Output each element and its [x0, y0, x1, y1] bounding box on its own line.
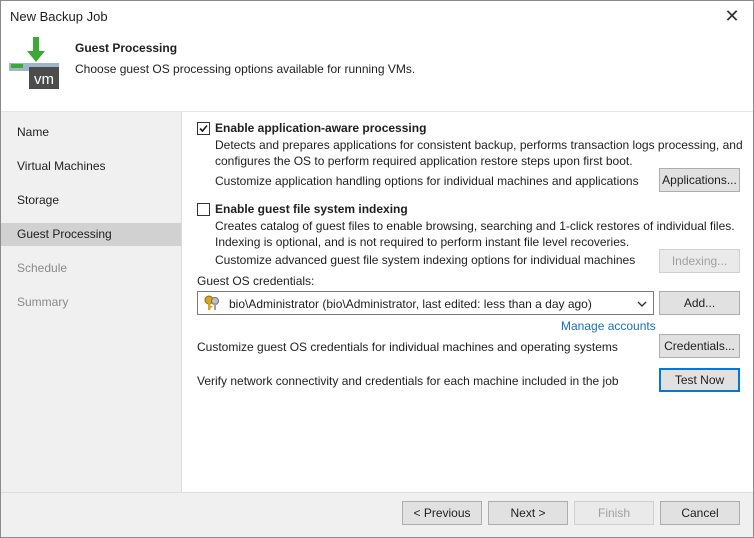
- guest-os-credentials-label: Guest OS credentials:: [197, 274, 315, 288]
- sidebar-item-schedule: Schedule: [17, 261, 68, 275]
- close-icon[interactable]: ✕: [721, 5, 743, 27]
- indexing-checkbox[interactable]: [197, 203, 210, 216]
- svg-text:vm: vm: [34, 71, 54, 88]
- wizard-header: vm Guest Processing Choose guest OS proc…: [1, 31, 753, 112]
- sidebar-item-summary: Summary: [17, 295, 69, 309]
- window-title: New Backup Job: [10, 9, 108, 24]
- indexing-desc-line1: Creates catalog of guest files to enable…: [215, 219, 735, 233]
- wizard-steps-sidebar: Name Virtual Machines Storage Guest Proc…: [1, 112, 182, 492]
- new-backup-job-window: New Backup Job ✕ vm Guest Processing Cho…: [0, 0, 754, 538]
- add-credentials-button[interactable]: Add...: [659, 291, 740, 315]
- indexing-label[interactable]: Enable guest file system indexing: [215, 202, 408, 216]
- key-icon: [204, 295, 222, 311]
- sidebar-item-guest-processing[interactable]: Guest Processing: [1, 223, 181, 246]
- verify-text: Verify network connectivity and credenti…: [197, 374, 619, 388]
- applications-button[interactable]: Applications...: [659, 168, 740, 192]
- credentials-button[interactable]: Credentials...: [659, 334, 740, 358]
- sidebar-item-storage[interactable]: Storage: [1, 189, 181, 212]
- sidebar-item-virtual-machines[interactable]: Virtual Machines: [1, 155, 181, 178]
- credentials-customize-text: Customize guest OS credentials for indiv…: [197, 340, 618, 354]
- indexing-desc-line2: Indexing is optional, and is not require…: [215, 235, 630, 249]
- title-bar: New Backup Job ✕: [1, 1, 753, 31]
- page-subtitle: Choose guest OS processing options avail…: [75, 62, 416, 76]
- cancel-button[interactable]: Cancel: [660, 501, 740, 525]
- credentials-select[interactable]: bio\Administrator (bio\Administrator, la…: [197, 291, 654, 315]
- previous-button[interactable]: < Previous: [402, 501, 482, 525]
- test-now-button[interactable]: Test Now: [659, 368, 740, 392]
- app-aware-desc-line1: Detects and prepares applications for co…: [215, 138, 743, 152]
- next-button[interactable]: Next >: [488, 501, 568, 525]
- finish-button: Finish: [574, 501, 654, 525]
- app-aware-desc-line2: configures the OS to perform required ap…: [215, 154, 633, 168]
- guest-processing-content: Enable application-aware processing Dete…: [182, 112, 753, 492]
- app-aware-checkbox[interactable]: [197, 122, 210, 135]
- credentials-selected-value: bio\Administrator (bio\Administrator, la…: [229, 297, 592, 311]
- checkmark-icon: [199, 124, 208, 133]
- indexing-customize-text: Customize advanced guest file system ind…: [215, 253, 636, 267]
- chevron-down-icon[interactable]: [637, 298, 647, 308]
- indexing-button: Indexing...: [659, 249, 740, 273]
- sidebar-item-name[interactable]: Name: [1, 121, 181, 144]
- app-aware-customize-text: Customize application handling options f…: [215, 174, 639, 188]
- app-aware-label[interactable]: Enable application-aware processing: [215, 121, 426, 135]
- vm-download-icon: vm: [9, 37, 61, 91]
- wizard-footer: < Previous Next > Finish Cancel: [1, 492, 753, 537]
- manage-accounts-link[interactable]: Manage accounts: [561, 319, 656, 333]
- page-title: Guest Processing: [75, 41, 178, 55]
